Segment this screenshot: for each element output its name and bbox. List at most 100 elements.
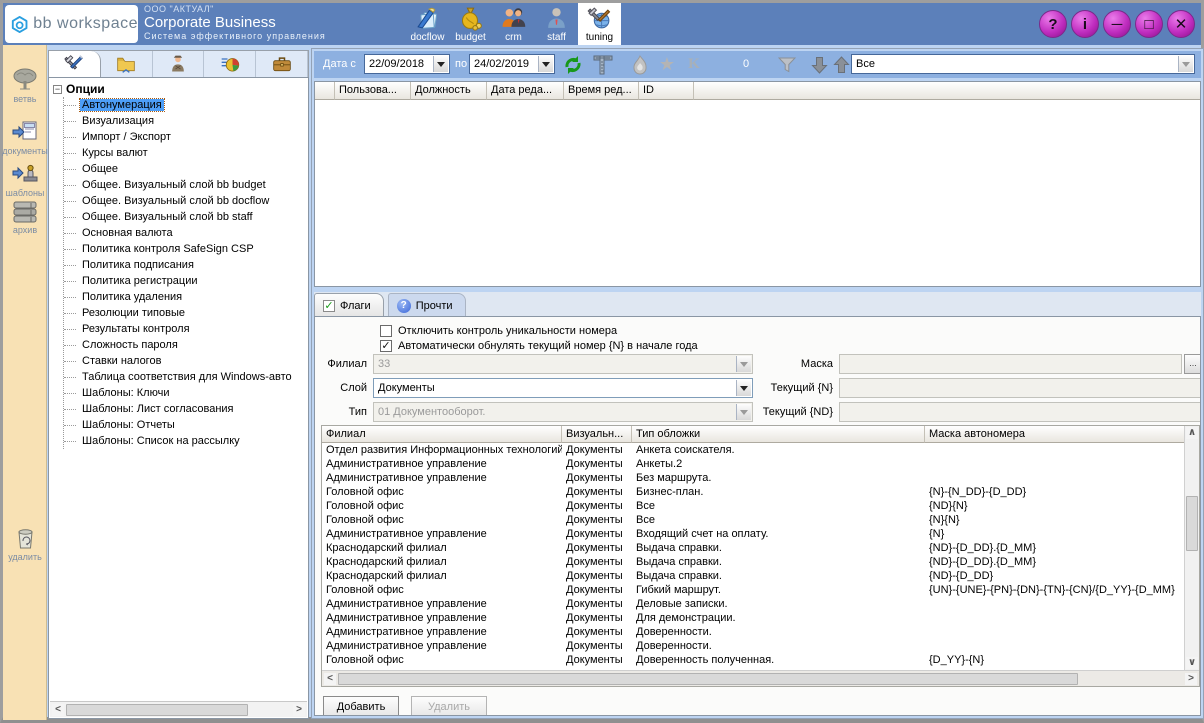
table-vertical-scrollbar[interactable]: ∧ ∨	[1184, 426, 1199, 670]
tree-item[interactable]: Автонумерация	[64, 97, 308, 113]
history-column-header[interactable]: Дата реда...	[487, 82, 564, 100]
table-row[interactable]: Административное управление Документы Бе…	[322, 471, 1184, 485]
tree-item[interactable]: Визуализация	[64, 113, 308, 129]
tree-item[interactable]: Политика подписания	[64, 257, 308, 273]
module-tab-budget[interactable]: budget	[449, 3, 492, 45]
tree-item[interactable]: Резолюции типовые	[64, 305, 308, 321]
autonumber-column-header[interactable]: Филиал	[322, 426, 562, 443]
tree-item[interactable]: Общее	[64, 161, 308, 177]
date-from-dropdown-icon[interactable]	[433, 56, 448, 72]
module-tab-crm[interactable]: crm	[492, 3, 535, 45]
refresh-icon[interactable]	[562, 54, 584, 75]
move-up-icon[interactable]	[830, 54, 852, 75]
tree-item[interactable]: Общее. Визуальный слой bb staff	[64, 209, 308, 225]
table-row[interactable]: Головной офис Документы Гибкий маршрут. …	[322, 583, 1184, 597]
tree-item[interactable]: Политика контроля SafeSign CSP	[64, 241, 308, 257]
date-to-dropdown-icon[interactable]	[538, 56, 553, 72]
autonumber-column-header[interactable]: Тип обложки	[632, 426, 925, 443]
tree-item[interactable]: Общее. Визуальный слой bb docflow	[64, 193, 308, 209]
autonumber-column-header[interactable]: Маска автономера	[925, 426, 1199, 443]
mask-browse-button[interactable]: ...	[1184, 354, 1201, 374]
tree-item[interactable]: Общее. Визуальный слой bb budget	[64, 177, 308, 193]
history-column-header[interactable]: Должность	[411, 82, 487, 100]
scroll-thumb[interactable]	[66, 704, 248, 716]
tree-item[interactable]: Курсы валют	[64, 145, 308, 161]
tab-person[interactable]	[153, 51, 205, 77]
autonumber-column-header[interactable]: Визуальн...	[562, 426, 632, 443]
sidebar-item-archive[interactable]: архив	[3, 198, 47, 235]
tree-root[interactable]: − Опции	[53, 81, 308, 97]
history-column-header[interactable]	[315, 82, 335, 100]
tree-item[interactable]: Шаблоны: Лист согласования	[64, 401, 308, 417]
history-column-header[interactable]: Время ред...	[564, 82, 639, 100]
scope-filter-select[interactable]: Все	[851, 54, 1195, 74]
move-down-icon[interactable]	[808, 54, 830, 75]
tree-item[interactable]: Шаблоны: Список на рассылку	[64, 433, 308, 449]
tree-item[interactable]: Шаблоны: Отчеты	[64, 417, 308, 433]
table-row[interactable]: Административное управление Документы Ан…	[322, 457, 1184, 471]
tree-item[interactable]: Ставки налогов	[64, 353, 308, 369]
info-button[interactable]: i	[1071, 10, 1099, 38]
date-to-picker[interactable]: 24/02/2019	[469, 54, 555, 74]
table-row[interactable]: Отдел развития Информационных технологий…	[322, 443, 1184, 457]
sidebar-item-templates[interactable]: шаблоны	[3, 161, 47, 198]
tab-briefcase[interactable]	[256, 51, 308, 77]
sidebar-item-branch[interactable]: ветвь	[3, 67, 47, 104]
table-row[interactable]: Административное управление Документы До…	[322, 625, 1184, 639]
minimize-button[interactable]: ─	[1103, 10, 1131, 38]
autonumber-table[interactable]: ФилиалВизуальн...Тип обложкиМаска автоно…	[321, 425, 1200, 687]
scroll-left-icon[interactable]: <	[52, 704, 64, 716]
tab-shared-folder[interactable]	[101, 51, 153, 77]
layer-select[interactable]: Документы	[373, 378, 753, 398]
tree-horizontal-scrollbar[interactable]: < >	[50, 701, 307, 717]
reset-number-checkbox[interactable]: ✓	[380, 340, 392, 352]
table-horizontal-scrollbar[interactable]: < >	[322, 670, 1199, 686]
table-row[interactable]: Краснодарский филиал Документы Выдача сп…	[322, 555, 1184, 569]
help-button[interactable]: ?	[1039, 10, 1067, 38]
tree-item[interactable]: Политика удаления	[64, 289, 308, 305]
history-column-header[interactable]: ID	[639, 82, 694, 100]
close-button[interactable]: ✕	[1167, 10, 1195, 38]
scroll-right-icon[interactable]: >	[293, 704, 305, 716]
module-tab-tuning[interactable]: tuning	[578, 3, 621, 45]
tree-item[interactable]: Импорт / Экспорт	[64, 129, 308, 145]
maximize-button[interactable]: □	[1135, 10, 1163, 38]
layer-dropdown-icon[interactable]	[736, 380, 751, 396]
table-row[interactable]: Головной офис Документы Доверенность пол…	[322, 653, 1184, 667]
tree-item[interactable]: Шаблоны: Ключи	[64, 385, 308, 401]
table-row[interactable]: Административное управление Документы До…	[322, 639, 1184, 653]
collapse-icon[interactable]: −	[53, 85, 62, 94]
sidebar-item-delete[interactable]: удалить	[3, 525, 47, 562]
tree-item[interactable]: Результаты контроля	[64, 321, 308, 337]
sidebar-item-documents[interactable]: документы	[3, 119, 47, 156]
table-row[interactable]: Головной офис Документы Бизнес-план. {N}…	[322, 485, 1184, 499]
tab-flags[interactable]: ✓ Флаги	[314, 293, 384, 317]
table-row[interactable]: Административное управление Документы Де…	[322, 597, 1184, 611]
table-row[interactable]: Административное управление Документы Вх…	[322, 527, 1184, 541]
scroll-thumb[interactable]	[338, 673, 1078, 685]
tree-item[interactable]: Сложность пароля	[64, 337, 308, 353]
unique-number-checkbox[interactable]: ✓	[380, 325, 392, 337]
module-tab-docflow[interactable]: docflow	[406, 3, 449, 45]
tree-item[interactable]: Основная валюта	[64, 225, 308, 241]
scroll-up-icon[interactable]: ∧	[1186, 427, 1198, 439]
tab-tuning-tools[interactable]	[49, 51, 101, 77]
tree-item[interactable]: Политика регистрации	[64, 273, 308, 289]
history-table[interactable]: Пользова...ДолжностьДата реда...Время ре…	[314, 81, 1201, 287]
table-row[interactable]: Головной офис Документы Все {N}{N}	[322, 513, 1184, 527]
table-row[interactable]: Краснодарский филиал Документы Выдача сп…	[322, 569, 1184, 583]
tab-reports[interactable]	[204, 51, 256, 77]
caliper-icon[interactable]	[592, 54, 614, 75]
table-row[interactable]: Административное управление Документы Дл…	[322, 611, 1184, 625]
table-row[interactable]: Краснодарский филиал Документы Выдача сп…	[322, 541, 1184, 555]
date-from-picker[interactable]: 22/09/2018	[364, 54, 450, 74]
add-button[interactable]: Добавить	[323, 696, 399, 716]
scroll-right-icon[interactable]: >	[1185, 673, 1197, 685]
scroll-left-icon[interactable]: <	[324, 673, 336, 685]
tree-item[interactable]: Таблица соответствия для Windows-авто	[64, 369, 308, 385]
scroll-thumb[interactable]	[1186, 496, 1198, 551]
scroll-down-icon[interactable]: ∨	[1186, 657, 1198, 669]
module-tab-staff[interactable]: staff	[535, 3, 578, 45]
table-row[interactable]: Головной офис Документы Все {ND}{N}	[322, 499, 1184, 513]
history-column-header[interactable]: Пользова...	[335, 82, 411, 100]
